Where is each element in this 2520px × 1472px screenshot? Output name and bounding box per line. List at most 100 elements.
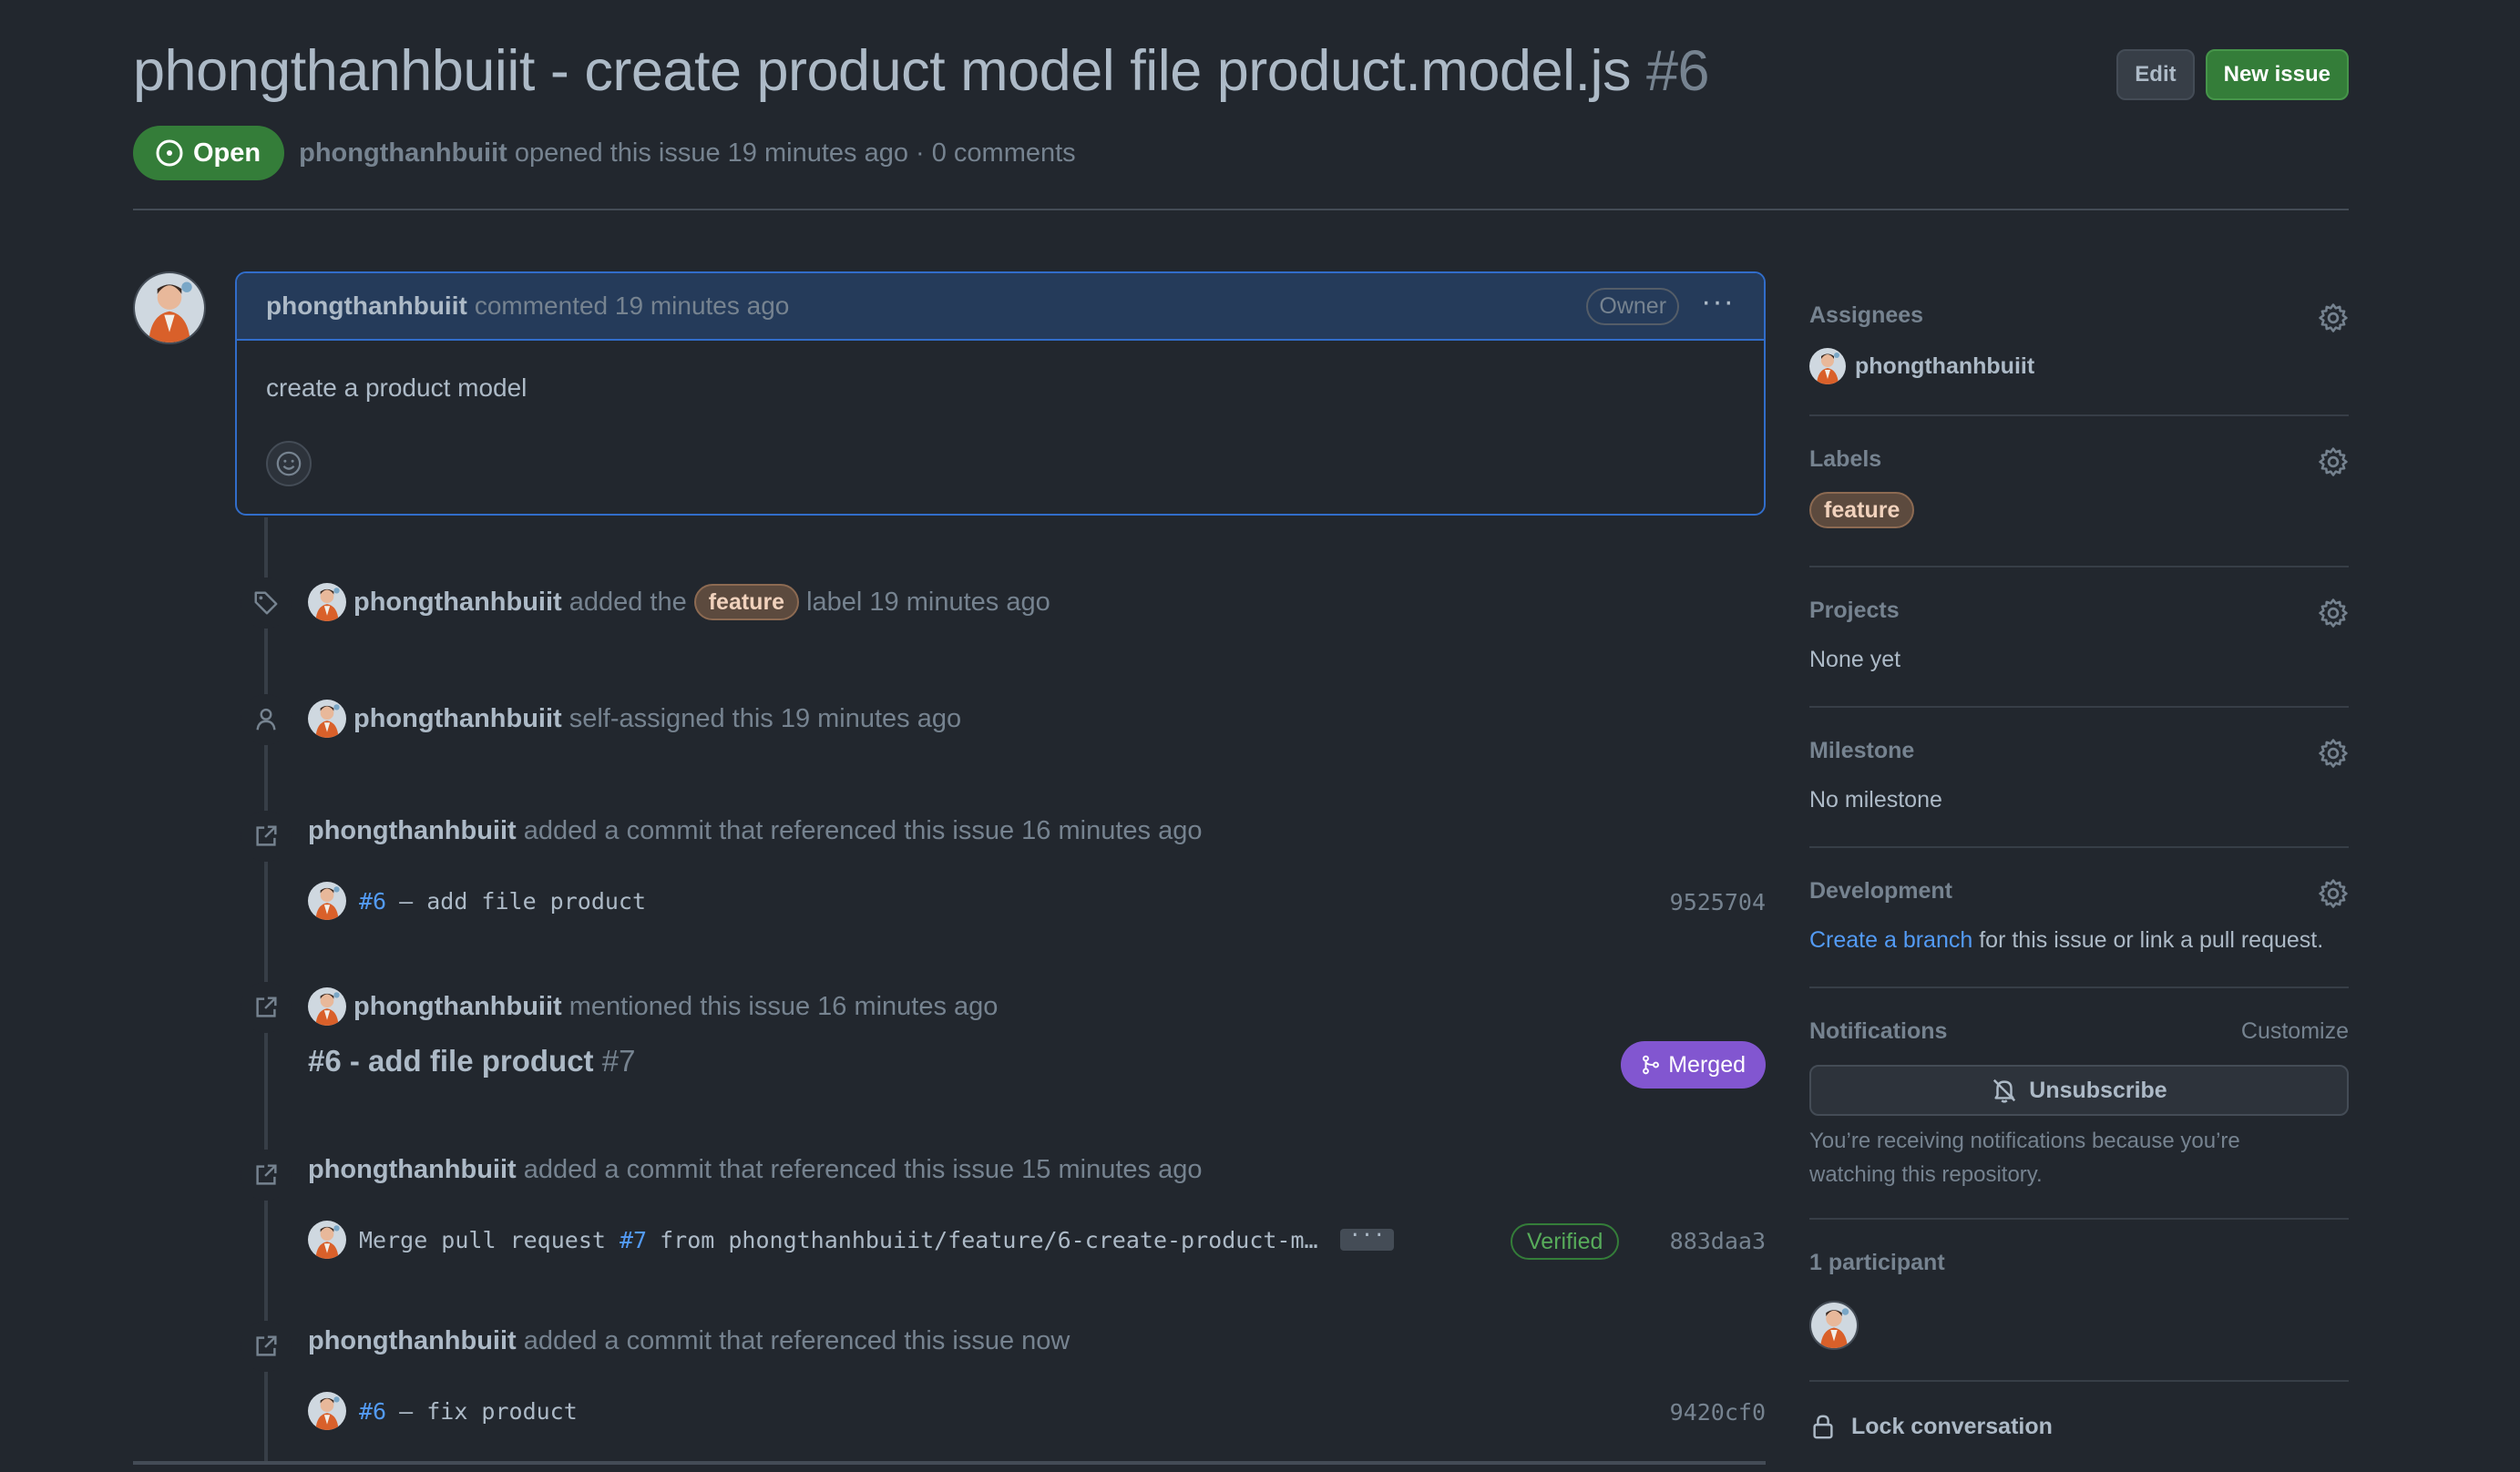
expand-commit-button[interactable]: ··· xyxy=(1339,1226,1395,1251)
header-actions: Edit New issue xyxy=(2116,49,2349,100)
labels-heading: Labels xyxy=(1809,446,1882,472)
comment-body: create a product model xyxy=(266,373,528,402)
customize-link[interactable]: Customize xyxy=(2241,1018,2349,1045)
sidebar-divider xyxy=(1809,986,2349,988)
notifications-section: Notifications Customize xyxy=(1809,1018,2349,1055)
label-feature[interactable]: feature xyxy=(693,584,800,620)
cross-reference-icon xyxy=(241,982,292,1033)
participants-heading: 1 participant xyxy=(1809,1250,1945,1275)
event-text: self-assigned this 19 minutes ago xyxy=(569,703,962,733)
commit-sha[interactable]: 9420cf0 xyxy=(1670,1399,1766,1426)
event-user-link[interactable]: phongthanhbuiit xyxy=(308,1155,517,1185)
cross-reference-icon xyxy=(241,811,292,862)
development-section: Development Create a branch for this iss… xyxy=(1809,878,2349,960)
assign-event: phongthanhbuiit self-assigned this 19 mi… xyxy=(308,700,961,738)
sidebar-divider xyxy=(1809,566,2349,567)
commit-message[interactable]: – fix product xyxy=(399,1398,578,1425)
unsubscribe-label: Unsubscribe xyxy=(2029,1077,2167,1103)
assignees-heading: Assignees xyxy=(1809,302,1924,328)
assignee-item[interactable]: phongthanhbuiit xyxy=(1809,348,2034,384)
commit-row: #6 – fix product xyxy=(308,1392,578,1430)
owner-badge: Owner xyxy=(1586,287,1680,325)
comment-header: phongthanhbuiit commented 19 minutes ago… xyxy=(237,273,1764,341)
notifications-note-line: watching this repository. xyxy=(1809,1162,2043,1187)
sidebar-divider xyxy=(1809,1218,2349,1220)
projects-value: None yet xyxy=(1809,647,1901,672)
commit-sha[interactable]: 9525704 xyxy=(1670,889,1766,915)
commit-event: phongthanhbuiit added a commit that refe… xyxy=(308,1155,1202,1185)
cross-reference-icon xyxy=(241,1321,292,1372)
assignee-avatar[interactable] xyxy=(1809,348,1846,384)
pr-title-link[interactable]: #6 - add file product #7 xyxy=(308,1044,635,1078)
event-user-link[interactable]: phongthanhbuiit xyxy=(353,588,562,618)
issue-open-icon xyxy=(156,139,183,167)
projects-section: Projects None yet xyxy=(1809,598,2349,680)
timeline-bottom-divider xyxy=(133,1461,1766,1465)
gear-icon[interactable] xyxy=(2318,598,2349,629)
commit-author-avatar[interactable] xyxy=(308,882,346,920)
commit-message[interactable]: – add file product xyxy=(399,888,646,915)
event-user-link[interactable]: phongthanhbuiit xyxy=(308,816,517,846)
user-avatar[interactable] xyxy=(308,583,346,621)
user-avatar[interactable] xyxy=(308,700,346,738)
pr-title-text[interactable]: #6 - add file product xyxy=(308,1044,594,1078)
commit-author-avatar[interactable] xyxy=(308,1392,346,1430)
sidebar-divider xyxy=(1809,1380,2349,1382)
event-text: added the xyxy=(569,587,687,617)
participants-section: 1 participant xyxy=(1809,1250,2349,1350)
merged-badge: Merged xyxy=(1621,1041,1766,1089)
pr-link[interactable]: #7 xyxy=(620,1227,647,1253)
sidebar-divider xyxy=(1809,846,2349,848)
commit-message-rest[interactable]: from phongthanhbuiit/feature/6-create-pr… xyxy=(660,1227,1317,1253)
labels-section: Labels feature xyxy=(1809,446,2349,528)
commit-issue-link[interactable]: #6 xyxy=(359,1398,386,1425)
gear-icon[interactable] xyxy=(2318,302,2349,333)
gear-icon[interactable] xyxy=(2318,446,2349,477)
event-text: label 19 minutes ago xyxy=(806,587,1050,617)
event-text: added a commit that referenced this issu… xyxy=(523,816,1203,845)
comment-author-avatar[interactable] xyxy=(133,271,206,344)
milestone-heading: Milestone xyxy=(1809,738,1915,763)
event-user-link[interactable]: phongthanhbuiit xyxy=(308,1326,517,1356)
create-branch-link[interactable]: Create a branch xyxy=(1809,927,1972,953)
git-merge-icon xyxy=(1643,1055,1660,1075)
bell-slash-icon xyxy=(1993,1078,2016,1103)
issue-meta: Open phongthanhbuiit opened this issue 1… xyxy=(133,126,1076,180)
commit-event: phongthanhbuiit added a commit that refe… xyxy=(308,816,1202,846)
commit-issue-link[interactable]: #6 xyxy=(359,888,386,915)
add-reaction-button[interactable] xyxy=(266,441,312,486)
event-user-link[interactable]: phongthanhbuiit xyxy=(353,704,562,734)
smiley-icon xyxy=(276,451,302,476)
user-avatar[interactable] xyxy=(308,987,346,1026)
participant-avatar[interactable] xyxy=(1809,1301,1859,1350)
issue-author-link[interactable]: phongthanhbuiit xyxy=(299,138,507,168)
issue-title-row: phongthanhbuiit - create product model f… xyxy=(133,38,2347,111)
gear-icon[interactable] xyxy=(2318,738,2349,769)
comment-menu-button[interactable]: ··· xyxy=(1701,286,1735,317)
comment-author-link[interactable]: phongthanhbuiit xyxy=(266,291,467,321)
event-text: added a commit that referenced this issu… xyxy=(523,1155,1203,1184)
unsubscribe-button[interactable]: Unsubscribe xyxy=(1809,1065,2349,1116)
new-issue-button[interactable]: New issue xyxy=(2205,49,2349,100)
sidebar-divider xyxy=(1809,706,2349,708)
event-text: mentioned this issue 16 minutes ago xyxy=(569,991,999,1021)
commit-sha[interactable]: 883daa3 xyxy=(1670,1228,1766,1254)
development-text: Create a branch for this issue or link a… xyxy=(1809,927,2323,954)
comment-timestamp[interactable]: commented 19 minutes ago xyxy=(475,291,790,321)
label-feature[interactable]: feature xyxy=(1809,492,1915,528)
edit-button[interactable]: Edit xyxy=(2116,49,2195,100)
tag-icon xyxy=(241,578,292,629)
commit-message[interactable]: Merge pull request xyxy=(359,1227,606,1253)
verified-badge[interactable]: Verified xyxy=(1511,1223,1620,1260)
assignee-name[interactable]: phongthanhbuiit xyxy=(1855,353,2034,380)
lock-icon xyxy=(1813,1415,1833,1439)
assignees-section: Assignees phongthanhbuiit xyxy=(1809,302,2349,384)
commit-row: Merge pull request #7 from phongthanhbui… xyxy=(308,1221,1395,1259)
gear-icon[interactable] xyxy=(2318,878,2349,909)
notifications-note: You’re receiving notifications because y… xyxy=(1809,1124,2349,1191)
commit-author-avatar[interactable] xyxy=(308,1221,346,1259)
event-user-link[interactable]: phongthanhbuiit xyxy=(353,992,562,1022)
issue-number: #6 xyxy=(1646,39,1710,103)
development-heading: Development xyxy=(1809,878,1952,904)
lock-conversation-button[interactable]: Lock conversation xyxy=(1809,1410,2349,1443)
